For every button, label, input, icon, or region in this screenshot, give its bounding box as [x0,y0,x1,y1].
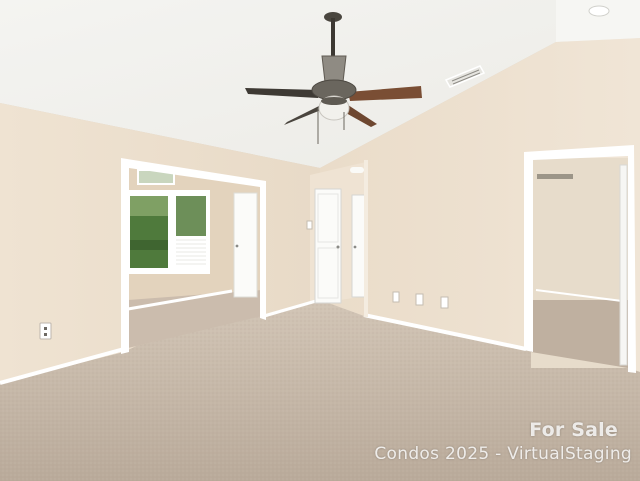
room-photo: For Sale Condos 2025 - VirtualStaging [0,0,640,481]
room-illustration [0,0,640,481]
light-switch [306,220,313,230]
watermark-line2: Condos 2025 - VirtualStaging [374,444,632,464]
outlet-icon [440,296,449,309]
watermark-line1: For Sale [529,419,618,441]
hallway-wall-edge [364,160,368,317]
door-icon [314,188,342,304]
adjoining-room [127,165,262,348]
door-icon [233,192,258,298]
door-icon [351,194,367,298]
closet [531,158,628,368]
hallway-ceiling-light [350,167,364,173]
window-icon [128,190,210,274]
outlet-icon [415,293,424,306]
smoke-detector [588,5,610,17]
outlet-icon [392,291,400,303]
outlet-icon [39,322,52,340]
